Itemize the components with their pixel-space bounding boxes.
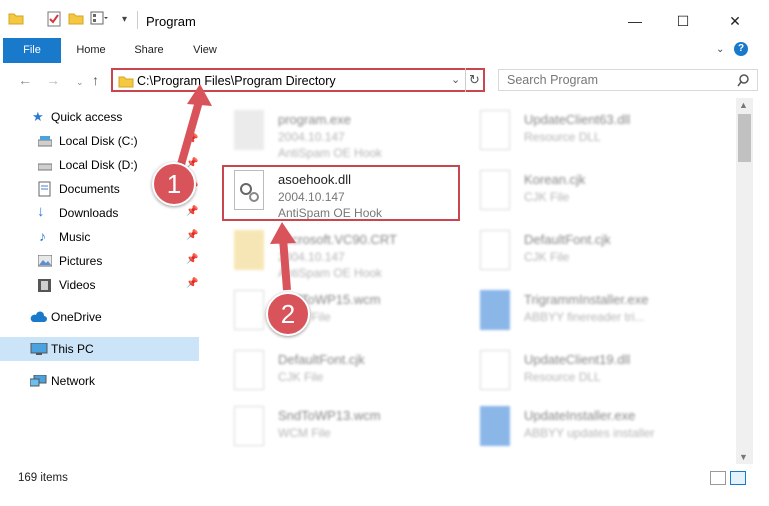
step-1-badge: 1 <box>152 162 196 206</box>
annotation-arrows <box>176 84 296 291</box>
step-2-badge: 2 <box>266 292 310 336</box>
arrow-2-head <box>270 222 296 244</box>
arrow-2-line <box>279 237 291 291</box>
arrow-1-head <box>187 84 212 106</box>
arrow-1-line <box>176 96 204 170</box>
